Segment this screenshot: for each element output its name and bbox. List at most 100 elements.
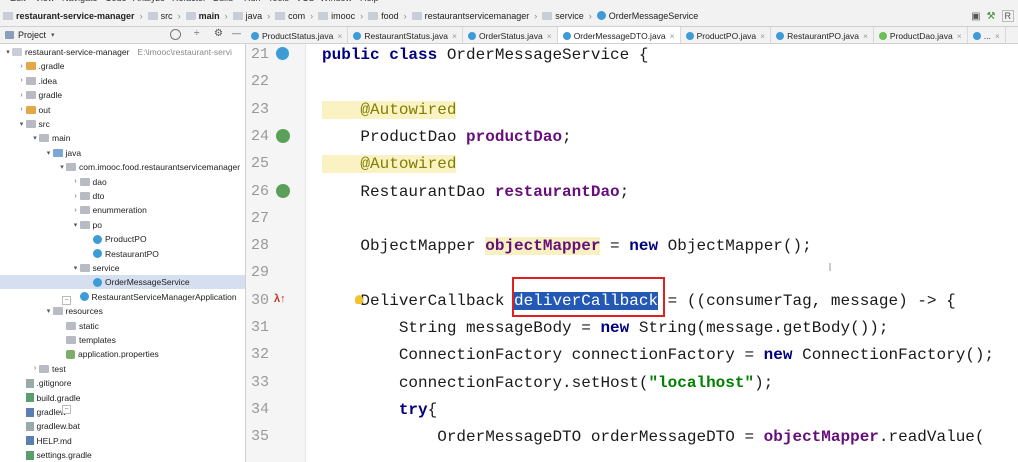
tree-item[interactable]: RestaurantServiceManagerApplication <box>0 290 245 304</box>
menu-tools[interactable]: Tools <box>268 0 289 3</box>
chevron-down-icon[interactable]: ▾ <box>58 163 66 171</box>
tree-item[interactable]: › .gradle <box>0 59 245 73</box>
chevron-down-icon[interactable]: ▾ <box>72 221 80 229</box>
breadcrumb-item[interactable]: com <box>272 11 308 21</box>
window-icon[interactable]: ▣ <box>971 11 980 22</box>
chevron-down-icon[interactable]: ▾ <box>31 134 39 142</box>
breadcrumb-item[interactable]: OrderMessageService <box>594 11 702 21</box>
editor-tab[interactable]: ProductDao.java × <box>874 27 968 43</box>
project-view-selector[interactable]: Project <box>18 30 46 40</box>
chevron-right-icon[interactable]: › <box>18 63 26 70</box>
menu-run[interactable]: Run <box>244 0 261 3</box>
hammer-icon[interactable]: ⚒ <box>987 11 996 22</box>
menu-navigate[interactable]: Navigate <box>62 0 98 3</box>
breadcrumb-item[interactable]: food <box>365 11 402 21</box>
chevron-down-icon[interactable]: ▾ <box>4 48 12 56</box>
tree-item[interactable]: ▾ restaurant-service-manager E:\imooc\rest… <box>0 45 245 59</box>
close-icon[interactable]: × <box>957 31 962 41</box>
chevron-right-icon[interactable]: › <box>31 365 39 372</box>
breadcrumb-item[interactable]: java <box>230 11 266 21</box>
lambda-icon[interactable]: λ↑ <box>274 293 290 309</box>
globe-icon[interactable] <box>170 29 181 40</box>
hide-icon[interactable]: — <box>232 28 241 38</box>
chevron-down-icon[interactable]: ▾ <box>45 149 53 157</box>
tree-item[interactable]: ▾ src <box>0 117 245 131</box>
tree-item[interactable]: › gradle <box>0 88 245 102</box>
tree-item[interactable]: templates <box>0 333 245 347</box>
tree-item[interactable]: ▾ com.imooc.food.restaurantservicemanager <box>0 160 245 174</box>
chevron-right-icon[interactable]: › <box>72 178 80 185</box>
chevron-down-icon[interactable]: ▾ <box>45 307 53 315</box>
tree-item[interactable]: › enummeration <box>0 203 245 217</box>
close-icon[interactable]: × <box>995 31 1000 41</box>
menu-refactor[interactable]: Refactor <box>172 0 206 3</box>
tree-item[interactable]: ▾ java <box>0 146 245 160</box>
code-editor[interactable]: public class OrderMessageService { @Auto… <box>306 44 1018 462</box>
menu-analyze[interactable]: Analyze <box>133 0 165 3</box>
tree-item[interactable]: RestaurantPO <box>0 247 245 261</box>
close-icon[interactable]: × <box>863 31 868 41</box>
tree-item[interactable]: gradlew <box>0 405 245 419</box>
gear-icon[interactable]: ⚙ <box>214 28 223 39</box>
chevron-right-icon[interactable]: › <box>18 106 26 113</box>
menu-view[interactable]: View <box>35 0 54 3</box>
tree-item[interactable]: static <box>0 319 245 333</box>
editor-tab[interactable]: ProductPO.java × <box>681 27 772 43</box>
tree-item[interactable]: › .idea <box>0 74 245 88</box>
tree-item[interactable]: ▾ service <box>0 261 245 275</box>
breadcrumb-item[interactable]: restaurant-service-manager <box>0 11 138 21</box>
tree-item[interactable]: gradlew.bat <box>0 419 245 433</box>
tree-item[interactable]: OrderMessageService <box>0 275 245 290</box>
chevron-right-icon[interactable]: › <box>18 92 26 99</box>
menu-edit[interactable]: Edit <box>10 0 26 3</box>
lightbulb-icon[interactable] <box>355 294 363 304</box>
fold-icon[interactable]: − <box>62 295 71 305</box>
breadcrumb-item[interactable]: src <box>145 11 176 21</box>
breadcrumb-item[interactable]: service <box>539 11 587 21</box>
tree-item[interactable]: ▾ po <box>0 218 245 232</box>
editor-tab[interactable]: OrderStatus.java × <box>463 27 558 43</box>
close-icon[interactable]: × <box>547 31 552 41</box>
menu-help[interactable]: Help <box>360 0 379 3</box>
tree-item[interactable]: › test <box>0 362 245 376</box>
tree-item[interactable]: › out <box>0 103 245 117</box>
tree-item[interactable]: › dao <box>0 175 245 189</box>
fold-icon[interactable]: − <box>62 404 71 414</box>
menu-window[interactable]: Window <box>320 0 352 3</box>
tree-item[interactable]: ProductPO <box>0 232 245 246</box>
close-icon[interactable]: × <box>670 31 675 41</box>
chevron-right-icon[interactable]: › <box>72 193 80 200</box>
bean-navigation-icon[interactable] <box>276 128 290 143</box>
editor-tab[interactable]: ProductStatus.java × <box>246 27 349 43</box>
tree-item[interactable]: ▾ resources <box>0 304 245 318</box>
editor-tab[interactable]: OrderMessageDTO.java × <box>557 27 681 43</box>
editor-tab[interactable]: RestaurantPO.java × <box>771 27 874 43</box>
tree-item[interactable]: application.properties <box>0 347 245 361</box>
chevron-down-icon[interactable]: ▾ <box>51 31 55 39</box>
close-icon[interactable]: × <box>760 31 765 41</box>
class-icon[interactable] <box>276 47 289 60</box>
run-config-icon[interactable]: R <box>1001 10 1014 22</box>
tree-item[interactable]: build.gradle <box>0 391 245 405</box>
menu-build[interactable]: Build <box>213 0 233 3</box>
tree-item[interactable]: HELP.md <box>0 434 245 448</box>
close-icon[interactable]: × <box>452 31 457 41</box>
breadcrumb-item[interactable]: main <box>183 11 223 21</box>
tree-item[interactable]: ▾ main <box>0 131 245 145</box>
menu-code[interactable]: Code <box>105 0 127 3</box>
tree-item[interactable]: › dto <box>0 189 245 203</box>
chevron-down-icon[interactable]: ▾ <box>72 264 80 272</box>
collapse-icon[interactable]: ÷ <box>194 28 200 39</box>
editor-tab[interactable]: RestaurantStatus.java × <box>348 27 463 43</box>
menu-vcs[interactable]: VCS <box>296 0 315 3</box>
chevron-down-icon[interactable]: ▾ <box>18 120 26 128</box>
tree-item[interactable]: settings.gradle <box>0 448 245 462</box>
chevron-right-icon[interactable]: › <box>72 207 80 214</box>
bean-navigation-icon[interactable] <box>276 183 290 198</box>
editor-tab[interactable]: ... × <box>968 27 1006 43</box>
tree-item[interactable]: .gitignore <box>0 376 245 390</box>
close-icon[interactable]: × <box>337 31 342 41</box>
breadcrumb-item[interactable]: imooc <box>315 11 358 21</box>
chevron-right-icon[interactable]: › <box>18 77 26 84</box>
breadcrumb-item[interactable]: restaurantservicemanager <box>409 11 533 21</box>
